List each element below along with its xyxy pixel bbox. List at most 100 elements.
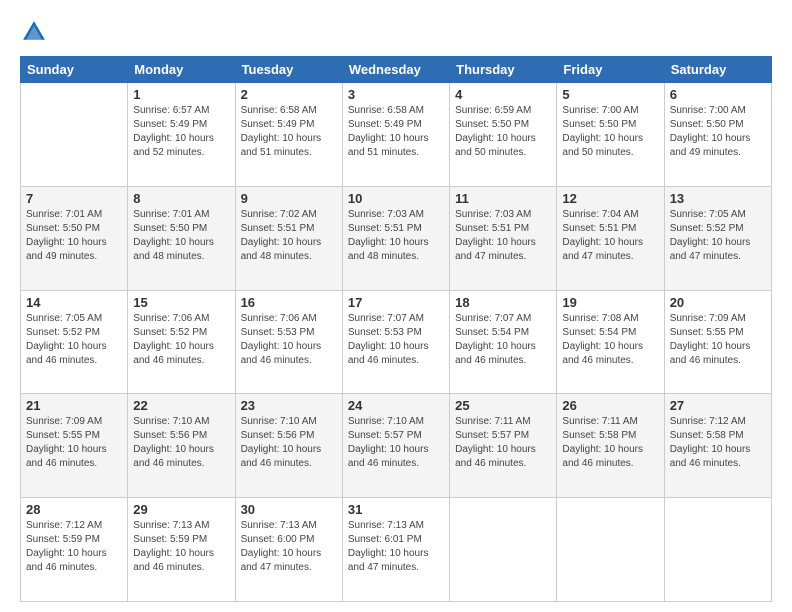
day-info: Sunrise: 7:12 AM Sunset: 5:59 PM Dayligh…	[26, 519, 122, 575]
day-info: Sunrise: 7:07 AM Sunset: 5:54 PM Dayligh…	[455, 312, 551, 368]
calendar-week-5: 28 Sunrise: 7:12 AM Sunset: 5:59 PM Dayli…	[21, 498, 772, 602]
day-number: 10	[348, 191, 444, 206]
day-number: 20	[670, 295, 766, 310]
logo	[20, 18, 52, 46]
day-number: 19	[562, 295, 658, 310]
day-number: 8	[133, 191, 229, 206]
day-info: Sunrise: 7:04 AM Sunset: 5:51 PM Dayligh…	[562, 208, 658, 264]
day-number: 9	[241, 191, 337, 206]
calendar-cell: 21 Sunrise: 7:09 AM Sunset: 5:55 PM Dayli…	[21, 394, 128, 498]
day-number: 6	[670, 87, 766, 102]
day-info: Sunrise: 6:58 AM Sunset: 5:49 PM Dayligh…	[348, 104, 444, 160]
day-number: 31	[348, 502, 444, 517]
calendar-cell	[450, 498, 557, 602]
header	[20, 18, 772, 46]
calendar-cell: 10Sunrise: 7:03 AM Sunset: 5:51 PM Dayli…	[342, 186, 449, 290]
calendar-cell: 19 Sunrise: 7:08 AM Sunset: 5:54 PM Dayli…	[557, 290, 664, 394]
calendar-cell: 11 Sunrise: 7:03 AM Sunset: 5:51 PM Dayli…	[450, 186, 557, 290]
calendar-table: SundayMondayTuesdayWednesdayThursdayFrid…	[20, 56, 772, 602]
calendar-cell: 27Sunrise: 7:12 AM Sunset: 5:58 PM Dayli…	[664, 394, 771, 498]
calendar-cell: 28 Sunrise: 7:12 AM Sunset: 5:59 PM Dayli…	[21, 498, 128, 602]
calendar-cell: 31 Sunrise: 7:13 AM Sunset: 6:01 PM Dayli…	[342, 498, 449, 602]
calendar-cell: 17Sunrise: 7:07 AM Sunset: 5:53 PM Dayli…	[342, 290, 449, 394]
calendar-cell: 3 Sunrise: 6:58 AM Sunset: 5:49 PM Daylig…	[342, 83, 449, 187]
calendar-cell: 20 Sunrise: 7:09 AM Sunset: 5:55 PM Dayli…	[664, 290, 771, 394]
day-number: 30	[241, 502, 337, 517]
calendar-cell: 14 Sunrise: 7:05 AM Sunset: 5:52 PM Dayli…	[21, 290, 128, 394]
calendar-cell: 12 Sunrise: 7:04 AM Sunset: 5:51 PM Dayli…	[557, 186, 664, 290]
weekday-header-friday: Friday	[557, 57, 664, 83]
day-number: 1	[133, 87, 229, 102]
day-number: 11	[455, 191, 551, 206]
weekday-header-tuesday: Tuesday	[235, 57, 342, 83]
page: SundayMondayTuesdayWednesdayThursdayFrid…	[0, 0, 792, 612]
calendar-cell: 30Sunrise: 7:13 AM Sunset: 6:00 PM Dayli…	[235, 498, 342, 602]
day-number: 26	[562, 398, 658, 413]
calendar-cell: 15 Sunrise: 7:06 AM Sunset: 5:52 PM Dayli…	[128, 290, 235, 394]
day-number: 23	[241, 398, 337, 413]
day-info: Sunrise: 7:09 AM Sunset: 5:55 PM Dayligh…	[26, 415, 122, 471]
calendar-cell: 23 Sunrise: 7:10 AM Sunset: 5:56 PM Dayli…	[235, 394, 342, 498]
calendar-cell: 2Sunrise: 6:58 AM Sunset: 5:49 PM Daylig…	[235, 83, 342, 187]
day-number: 27	[670, 398, 766, 413]
calendar-cell: 25 Sunrise: 7:11 AM Sunset: 5:57 PM Dayli…	[450, 394, 557, 498]
calendar-cell: 8 Sunrise: 7:01 AM Sunset: 5:50 PM Daylig…	[128, 186, 235, 290]
day-info: Sunrise: 7:13 AM Sunset: 6:01 PM Dayligh…	[348, 519, 444, 575]
calendar-cell: 9 Sunrise: 7:02 AM Sunset: 5:51 PM Daylig…	[235, 186, 342, 290]
calendar-cell: 16Sunrise: 7:06 AM Sunset: 5:53 PM Dayli…	[235, 290, 342, 394]
day-number: 14	[26, 295, 122, 310]
day-info: Sunrise: 7:06 AM Sunset: 5:52 PM Dayligh…	[133, 312, 229, 368]
calendar-cell: 6 Sunrise: 7:00 AM Sunset: 5:50 PM Daylig…	[664, 83, 771, 187]
calendar-week-1: 1 Sunrise: 6:57 AM Sunset: 5:49 PM Daylig…	[21, 83, 772, 187]
day-info: Sunrise: 7:11 AM Sunset: 5:58 PM Dayligh…	[562, 415, 658, 471]
day-info: Sunrise: 7:13 AM Sunset: 5:59 PM Dayligh…	[133, 519, 229, 575]
calendar-cell: 1 Sunrise: 6:57 AM Sunset: 5:49 PM Daylig…	[128, 83, 235, 187]
day-info: Sunrise: 7:01 AM Sunset: 5:50 PM Dayligh…	[133, 208, 229, 264]
day-number: 3	[348, 87, 444, 102]
day-info: Sunrise: 7:10 AM Sunset: 5:57 PM Dayligh…	[348, 415, 444, 471]
day-number: 12	[562, 191, 658, 206]
logo-icon	[20, 18, 48, 46]
day-info: Sunrise: 6:59 AM Sunset: 5:50 PM Dayligh…	[455, 104, 551, 160]
day-info: Sunrise: 7:02 AM Sunset: 5:51 PM Dayligh…	[241, 208, 337, 264]
calendar-week-4: 21 Sunrise: 7:09 AM Sunset: 5:55 PM Dayli…	[21, 394, 772, 498]
calendar-cell: 5 Sunrise: 7:00 AM Sunset: 5:50 PM Daylig…	[557, 83, 664, 187]
day-number: 7	[26, 191, 122, 206]
weekday-header-wednesday: Wednesday	[342, 57, 449, 83]
day-info: Sunrise: 7:09 AM Sunset: 5:55 PM Dayligh…	[670, 312, 766, 368]
day-number: 15	[133, 295, 229, 310]
weekday-header-saturday: Saturday	[664, 57, 771, 83]
day-number: 25	[455, 398, 551, 413]
weekday-header-sunday: Sunday	[21, 57, 128, 83]
day-info: Sunrise: 7:10 AM Sunset: 5:56 PM Dayligh…	[241, 415, 337, 471]
day-info: Sunrise: 7:03 AM Sunset: 5:51 PM Dayligh…	[455, 208, 551, 264]
calendar-cell: 13Sunrise: 7:05 AM Sunset: 5:52 PM Dayli…	[664, 186, 771, 290]
day-info: Sunrise: 7:00 AM Sunset: 5:50 PM Dayligh…	[562, 104, 658, 160]
weekday-header-row: SundayMondayTuesdayWednesdayThursdayFrid…	[21, 57, 772, 83]
day-number: 28	[26, 502, 122, 517]
day-info: Sunrise: 7:07 AM Sunset: 5:53 PM Dayligh…	[348, 312, 444, 368]
calendar-cell: 22Sunrise: 7:10 AM Sunset: 5:56 PM Dayli…	[128, 394, 235, 498]
day-number: 5	[562, 87, 658, 102]
weekday-header-monday: Monday	[128, 57, 235, 83]
day-number: 4	[455, 87, 551, 102]
day-number: 2	[241, 87, 337, 102]
day-number: 29	[133, 502, 229, 517]
calendar-cell	[664, 498, 771, 602]
day-info: Sunrise: 7:00 AM Sunset: 5:50 PM Dayligh…	[670, 104, 766, 160]
day-number: 16	[241, 295, 337, 310]
day-number: 21	[26, 398, 122, 413]
calendar-cell: 4 Sunrise: 6:59 AM Sunset: 5:50 PM Daylig…	[450, 83, 557, 187]
calendar-cell: 24Sunrise: 7:10 AM Sunset: 5:57 PM Dayli…	[342, 394, 449, 498]
day-info: Sunrise: 7:08 AM Sunset: 5:54 PM Dayligh…	[562, 312, 658, 368]
day-info: Sunrise: 7:05 AM Sunset: 5:52 PM Dayligh…	[670, 208, 766, 264]
day-info: Sunrise: 7:05 AM Sunset: 5:52 PM Dayligh…	[26, 312, 122, 368]
day-number: 18	[455, 295, 551, 310]
calendar-week-2: 7 Sunrise: 7:01 AM Sunset: 5:50 PM Daylig…	[21, 186, 772, 290]
calendar-cell: 29 Sunrise: 7:13 AM Sunset: 5:59 PM Dayli…	[128, 498, 235, 602]
calendar-cell: 7 Sunrise: 7:01 AM Sunset: 5:50 PM Daylig…	[21, 186, 128, 290]
day-info: Sunrise: 7:01 AM Sunset: 5:50 PM Dayligh…	[26, 208, 122, 264]
calendar-week-3: 14 Sunrise: 7:05 AM Sunset: 5:52 PM Dayli…	[21, 290, 772, 394]
day-info: Sunrise: 7:11 AM Sunset: 5:57 PM Dayligh…	[455, 415, 551, 471]
day-info: Sunrise: 6:57 AM Sunset: 5:49 PM Dayligh…	[133, 104, 229, 160]
